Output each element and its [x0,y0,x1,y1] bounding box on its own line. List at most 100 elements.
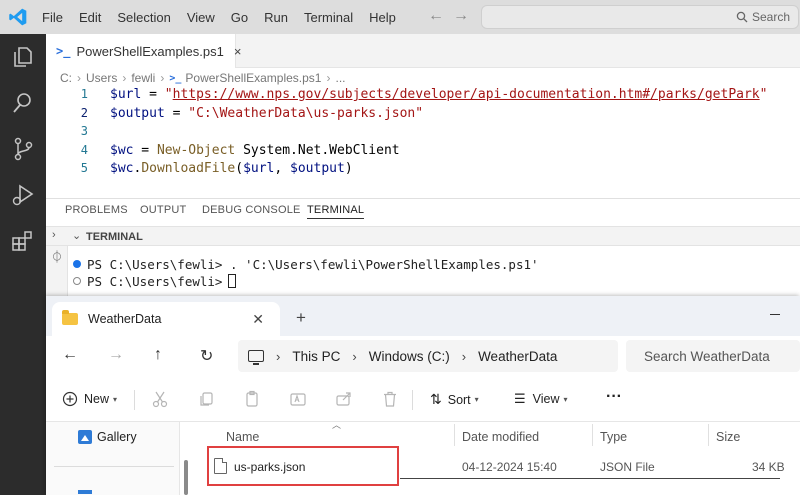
editor-tab-powershellexamples[interactable]: >_ PowerShellExamples.ps1 × [46,34,241,68]
tab-output[interactable]: OUTPUT [140,204,186,216]
chevron-right-icon[interactable]: › [352,349,356,364]
copy-icon[interactable] [197,390,215,408]
column-header-date[interactable]: Date modified [462,430,539,444]
monitor-icon [248,350,264,365]
new-button[interactable]: New ▾ [62,391,117,407]
powershell-icon: >_ [56,44,71,58]
menu-terminal[interactable]: Terminal [304,10,353,25]
breadcrumb-more[interactable]: ... [335,71,345,85]
menu-run[interactable]: Run [264,10,288,25]
code-token: $output [290,161,345,176]
forward-arrow-icon[interactable]: → [453,7,469,25]
nav-item-partial-icon[interactable] [78,490,92,494]
sort-button[interactable]: ⇅ Sort ▾ [430,391,479,408]
breadcrumb-separator: › [122,71,127,85]
column-divider [708,424,709,446]
chevron-right-icon[interactable]: › [52,229,56,241]
chevron-right-icon[interactable]: › [276,349,280,364]
command-status-dot-icon[interactable] [73,277,81,285]
paste-icon[interactable] [243,390,261,408]
source-control-icon[interactable] [10,136,36,162]
plug-icon[interactable]: ⏀ [51,248,63,265]
delete-icon[interactable] [381,390,399,408]
code-line[interactable]: 5 $wc.DownloadFile($url, $output) [46,161,800,179]
back-arrow-icon[interactable]: ← [428,7,444,25]
command-center-search[interactable]: Search [481,5,799,29]
line-number: 3 [80,124,88,138]
code-line[interactable]: 2 $output = "C:\WeatherData\us-parks.json… [46,106,800,124]
view-button-label: View [532,392,560,406]
menu-bar: File Edit Selection View Go Run Terminal… [42,0,412,34]
menu-file[interactable]: File [42,10,63,25]
extensions-icon[interactable] [10,228,36,254]
explorer-files-icon[interactable] [10,44,36,70]
rename-icon[interactable] [289,390,307,408]
close-tab-icon[interactable]: × [234,44,242,59]
up-arrow-icon[interactable]: ↑ [154,346,162,364]
file-highlight-annotation [207,446,399,486]
tab-debug-console[interactable]: DEBUG CONSOLE [202,204,301,216]
tab-terminal[interactable]: TERMINAL [307,204,365,219]
breadcrumb-users[interactable]: Users [86,71,117,85]
refresh-icon[interactable]: ↻ [200,346,213,366]
column-header-size[interactable]: Size [716,430,740,444]
share-icon[interactable] [335,390,353,408]
code-line[interactable]: 1 $url = "https://www.nps.gov/subjects/de… [46,87,800,105]
code-editor[interactable]: 1 $url = "https://www.nps.gov/subjects/de… [46,87,800,197]
breadcrumb-fewli[interactable]: fewli [131,71,155,85]
code-line[interactable]: 4 $wc = New-Object System.Net.WebClient [46,143,800,161]
search-sidebar-icon[interactable] [10,90,36,116]
view-button[interactable]: ☰ View ▾ [514,391,568,407]
chevron-right-icon[interactable]: › [462,349,466,364]
explorer-search-input[interactable]: Search WeatherData [626,340,800,372]
breadcrumb-file[interactable]: PowerShellExamples.ps1 [185,71,321,85]
menu-edit[interactable]: Edit [79,10,101,25]
minimize-icon[interactable] [770,314,780,315]
code-token[interactable]: https://www.nps.gov/subjects/developer/a… [173,87,760,102]
terminal-section-header[interactable]: › ⌄ TERMINAL [46,226,800,246]
folder-icon [62,310,78,325]
code-line[interactable]: 3 [46,124,800,142]
address-windows-c[interactable]: Windows (C:) [369,349,450,364]
more-options-button[interactable]: ··· [606,388,622,406]
toolbar-divider [134,390,135,410]
close-icon[interactable]: ✕ [252,311,264,328]
run-debug-icon[interactable] [10,182,36,208]
code-token: $wc [110,161,134,176]
menu-selection[interactable]: Selection [117,10,170,25]
address-path-box[interactable]: › This PC › Windows (C:) › WeatherData [238,340,618,372]
vertical-scrollbar[interactable] [184,460,188,495]
column-header-type[interactable]: Type [600,430,627,444]
column-header-name[interactable]: Name [226,430,259,444]
more-options-label: ··· [606,388,622,405]
chevron-down-icon: ▾ [474,395,479,404]
nav-item-gallery-label: Gallery [97,430,137,444]
line-number: 5 [80,161,88,175]
terminal-line: PS C:\Users\fewli> [73,273,237,289]
forward-arrow-icon[interactable]: → [108,346,124,364]
tab-problems[interactable]: PROBLEMS [65,204,128,216]
address-weatherdata[interactable]: WeatherData [478,349,557,364]
code-token: ) [344,161,353,176]
nav-divider [54,466,174,467]
sort-arrows-icon: ⇅ [430,391,442,407]
explorer-tab-weatherdata[interactable]: WeatherData ✕ [52,302,280,336]
chevron-down-icon[interactable]: ⌄ [72,229,81,242]
code-token: New-Object [156,142,236,158]
code-token: = [164,105,189,121]
nav-item-gallery[interactable]: Gallery [78,430,137,444]
back-arrow-icon[interactable]: ← [62,346,78,364]
menu-view[interactable]: View [187,10,215,25]
command-status-dot-icon[interactable] [73,260,81,268]
menu-go[interactable]: Go [231,10,248,25]
cut-icon[interactable] [151,390,169,408]
breadcrumb-drive[interactable]: C: [60,71,72,85]
address-this-pc[interactable]: This PC [292,349,340,364]
activity-bar [0,34,46,495]
new-tab-plus-icon[interactable]: + [296,308,306,328]
menu-help[interactable]: Help [369,10,396,25]
editor-tab-bar: >_ PowerShellExamples.ps1 × [46,34,800,68]
line-number: 2 [80,105,88,120]
editor-tab-label: PowerShellExamples.ps1 [76,43,224,59]
code-token: = [141,87,165,102]
